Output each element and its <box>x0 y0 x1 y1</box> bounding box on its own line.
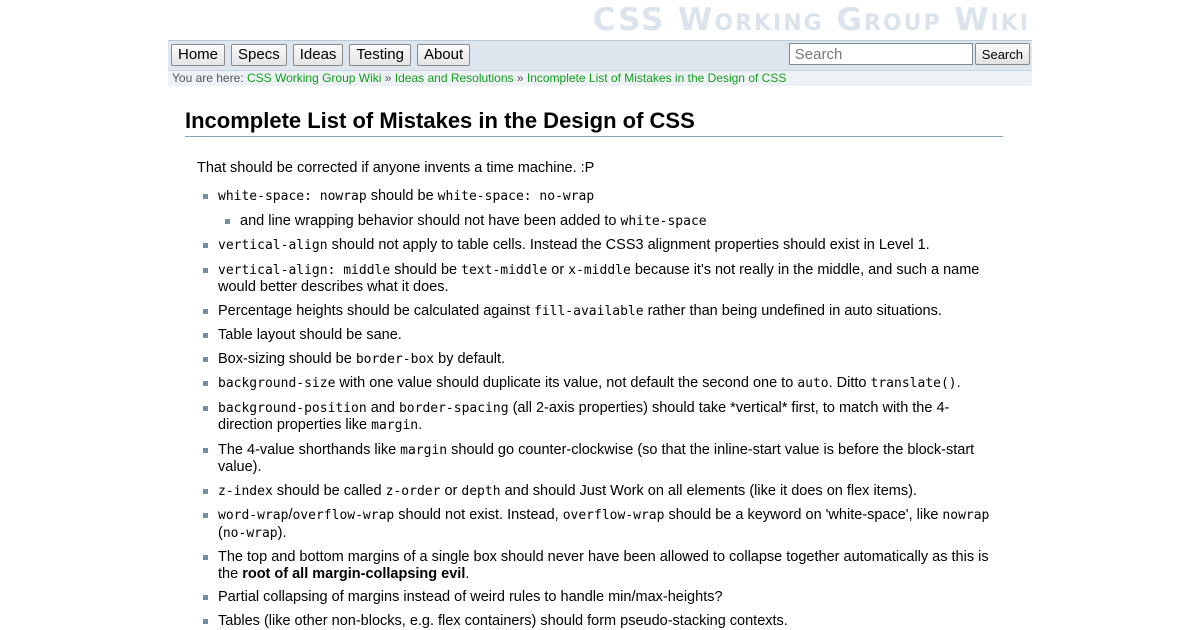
search-input[interactable] <box>788 43 973 65</box>
text-run: ). <box>277 524 287 541</box>
code-snippet: white-space: no-wrap <box>437 189 595 204</box>
breadcrumb-link-current[interactable]: Incomplete List of Mistakes in the Desig… <box>527 71 786 85</box>
list-item: Box-sizing should be border-box by defau… <box>203 350 1003 369</box>
code-snippet: nowrap <box>942 508 990 523</box>
sub-list: and line wrapping behavior should not ha… <box>218 213 1003 231</box>
mistakes-list: white-space: nowrap should be white-spac… <box>185 188 1003 629</box>
list-item: white-space: nowrap should be white-spac… <box>203 188 1003 231</box>
list-item: background-position and border-spacing (… <box>203 399 1003 435</box>
code-snippet: overflow-wrap <box>292 508 395 523</box>
breadcrumb-link-ideas[interactable]: Ideas and Resolutions <box>395 71 514 85</box>
text-run: should not apply to table cells. Instead… <box>327 237 930 253</box>
text-run: . <box>418 417 423 433</box>
code-snippet: depth <box>461 483 501 499</box>
breadcrumb: You are here: CSS Working Group Wiki » I… <box>168 71 1032 86</box>
intro-text: That should be corrected if anyone inven… <box>197 160 595 176</box>
text-run: . <box>465 565 470 582</box>
text-run: should be <box>366 188 438 204</box>
text-run: Percentage heights should be calculated … <box>218 302 534 319</box>
text-run: The 4-value shorthands like <box>218 441 401 458</box>
text-run: . Ditto <box>828 375 871 391</box>
list-item: vertical-align should not apply to table… <box>203 237 1003 255</box>
code-snippet: z-index <box>218 483 273 499</box>
text-run: and line wrapping behavior should not ha… <box>240 212 621 229</box>
text-run: should not exist. Instead, <box>394 507 563 523</box>
text-run: and should Just Work on all elements (li… <box>500 482 917 499</box>
code-snippet: margin <box>371 418 419 433</box>
breadcrumb-separator: » <box>381 71 395 85</box>
text-run: Table layout should be sane. <box>218 327 402 343</box>
list-item: vertical-align: middle should be text-mi… <box>203 261 1003 296</box>
text-run: Tables (like other non-blocks, e.g. flex… <box>218 612 788 629</box>
text-run: rather than being undefined in auto situ… <box>643 302 942 319</box>
nav-list: Home Specs Ideas Testing About <box>171 44 476 66</box>
nav-about-button[interactable]: About <box>416 44 471 66</box>
nav-testing-button[interactable]: Testing <box>349 44 411 66</box>
main-content: Incomplete List of Mistakes in the Desig… <box>185 86 1003 629</box>
list-item: Table layout should be sane. <box>203 327 1003 344</box>
code-snippet: overflow-wrap <box>562 508 665 523</box>
code-snippet: x-middle <box>568 262 631 278</box>
code-snippet: no-wrap <box>222 525 278 541</box>
text-run: Partial collapsing of margins instead of… <box>218 589 723 605</box>
text-run: by default. <box>434 350 506 367</box>
nav-specs-button[interactable]: Specs <box>231 44 287 66</box>
nav-ideas-button[interactable]: Ideas <box>292 44 344 66</box>
code-snippet: background-position <box>218 400 367 416</box>
navbar: Home Specs Ideas Testing About Search <box>168 40 1032 71</box>
bold-text: root of all margin-collapsing evil <box>242 565 466 582</box>
text-run: should be a keyword on 'white-space', li… <box>664 507 943 523</box>
site-title[interactable]: CSS Working Group Wiki <box>168 0 1032 40</box>
breadcrumb-prefix: You are here: <box>172 71 247 85</box>
list-item: Partial collapsing of margins instead of… <box>203 589 1003 606</box>
code-snippet: auto <box>797 376 829 391</box>
search-area: Search <box>788 43 1030 65</box>
list-item: Percentage heights should be calculated … <box>203 302 1003 321</box>
breadcrumb-separator: » <box>513 71 527 85</box>
list-item: word-wrap/overflow-wrap should not exist… <box>203 507 1003 542</box>
code-snippet: background-size <box>218 376 336 391</box>
code-snippet: text-middle <box>461 262 548 278</box>
text-run: should be <box>390 261 462 278</box>
search-button[interactable]: Search <box>974 43 1030 65</box>
text-run: with one value should duplicate its valu… <box>335 375 798 391</box>
code-snippet: white-space <box>620 213 707 229</box>
text-run: Box-sizing should be <box>218 350 356 367</box>
breadcrumb-link-wiki[interactable]: CSS Working Group Wiki <box>247 71 381 85</box>
code-snippet: word-wrap <box>218 508 289 523</box>
text-run: . <box>956 375 961 391</box>
code-snippet: border-spacing <box>398 400 509 416</box>
page-title: Incomplete List of Mistakes in the Desig… <box>185 107 1003 137</box>
list-item: z-index should be called z-order or dept… <box>203 482 1003 501</box>
code-snippet: vertical-align: middle <box>218 262 391 278</box>
list-item: The 4-value shorthands like margin shoul… <box>203 441 1003 476</box>
text-run: and <box>366 399 399 416</box>
text-run: or <box>547 261 569 278</box>
code-snippet: z-order <box>385 483 441 499</box>
list-item: Tables (like other non-blocks, e.g. flex… <box>203 612 1003 630</box>
code-snippet: white-space: nowrap <box>218 189 367 204</box>
code-snippet: translate() <box>870 376 957 391</box>
sub-list-item: and line wrapping behavior should not ha… <box>225 212 1003 231</box>
code-snippet: margin <box>400 442 448 458</box>
nav-home-button[interactable]: Home <box>171 44 226 66</box>
list-item: background-size with one value should du… <box>203 375 1003 393</box>
code-snippet: border-box <box>355 351 435 367</box>
text-run: should be called <box>272 482 386 499</box>
list-item: The top and bottom margins of a single b… <box>203 549 1003 582</box>
text-run: or <box>440 482 462 499</box>
page-wrapper: CSS Working Group Wiki Home Specs Ideas … <box>168 0 1032 629</box>
code-snippet: vertical-align <box>218 238 328 253</box>
code-snippet: fill-available <box>534 303 644 319</box>
